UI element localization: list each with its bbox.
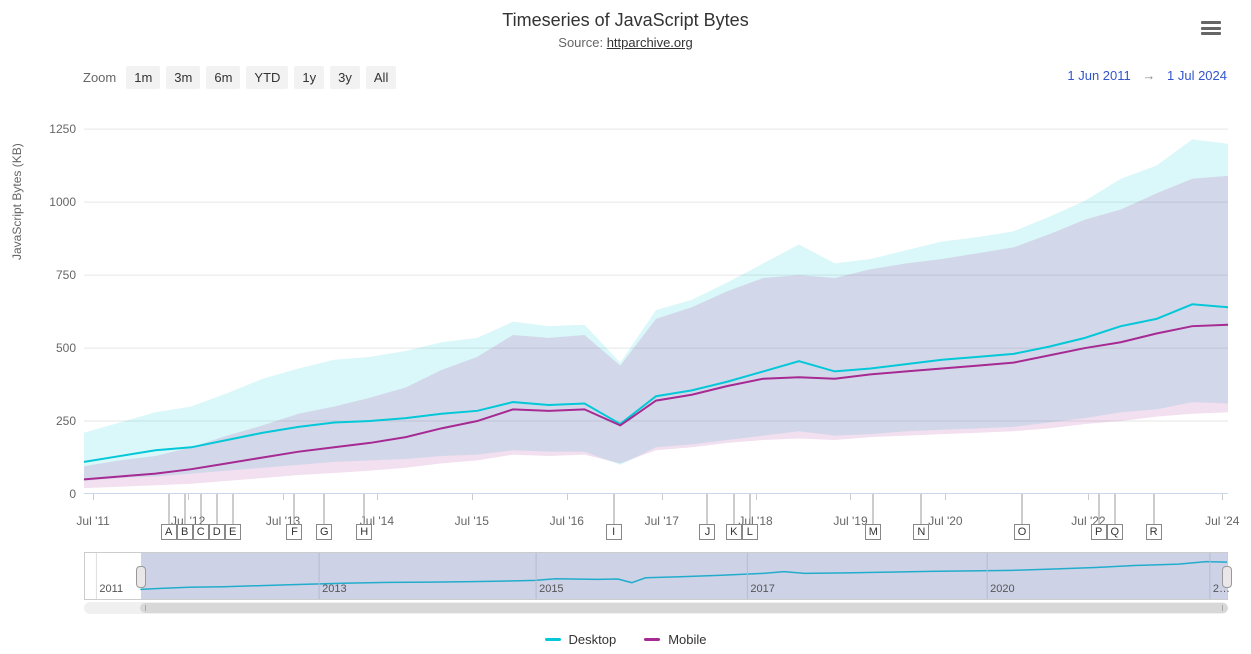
flag-o[interactable]: O — [1014, 524, 1030, 540]
legend-label-desktop: Desktop — [569, 632, 617, 647]
flag-p[interactable]: P — [1091, 524, 1107, 540]
flag-c[interactable]: C — [193, 524, 209, 540]
flag-q[interactable]: Q — [1107, 524, 1123, 540]
x-axis-ticks: Jul '11Jul '12Jul '13Jul '14Jul '15Jul '… — [84, 494, 1228, 542]
legend-item-mobile[interactable]: Mobile — [644, 632, 706, 647]
navigator-handle-right[interactable] — [1222, 566, 1232, 588]
x-tick: Jul '11 — [76, 514, 109, 528]
x-tick: Jul '17 — [645, 514, 679, 528]
navigator-handle-left[interactable] — [136, 566, 146, 588]
y-axis-ticks: 025050075010001250 — [36, 100, 80, 494]
zoom-all-button[interactable]: All — [366, 66, 396, 89]
legend: Desktop Mobile — [0, 632, 1251, 647]
zoom-6m-button[interactable]: 6m — [206, 66, 240, 89]
chart-title: Timeseries of JavaScript Bytes — [0, 0, 1251, 31]
x-tick: Jul '20 — [928, 514, 962, 528]
flag-e[interactable]: E — [225, 524, 241, 540]
zoom-3y-button[interactable]: 3y — [330, 66, 360, 89]
plot-area[interactable] — [84, 100, 1228, 494]
zoom-1y-button[interactable]: 1y — [294, 66, 324, 89]
flag-a[interactable]: A — [161, 524, 177, 540]
navigator-selection[interactable] — [141, 553, 1227, 599]
flag-k[interactable]: K — [726, 524, 742, 540]
flag-i[interactable]: I — [606, 524, 622, 540]
zoom-label: Zoom — [83, 70, 116, 85]
flag-b[interactable]: B — [177, 524, 193, 540]
chart-svg — [84, 100, 1228, 494]
chart-subtitle: Source: httparchive.org — [0, 35, 1251, 50]
range-arrow-icon: → — [1142, 68, 1155, 83]
legend-swatch-desktop — [545, 638, 561, 641]
legend-swatch-mobile — [644, 638, 660, 641]
range-from[interactable]: 1 Jun 2011 — [1067, 68, 1130, 83]
legend-label-mobile: Mobile — [668, 632, 706, 647]
flag-r[interactable]: R — [1146, 524, 1162, 540]
navigator-scroll-thumb[interactable] — [140, 603, 1228, 613]
flag-f[interactable]: F — [286, 524, 302, 540]
flag-h[interactable]: H — [356, 524, 372, 540]
navigator[interactable]: 201120132015201720202… — [84, 552, 1228, 600]
x-tick: Jul '15 — [455, 514, 489, 528]
x-tick: Jul '19 — [833, 514, 867, 528]
chart-menu-button[interactable] — [1199, 18, 1223, 38]
range-to[interactable]: 1 Jul 2024 — [1167, 68, 1227, 83]
x-tick: Jul '24 — [1205, 514, 1239, 528]
source-link[interactable]: httparchive.org — [607, 35, 693, 50]
zoom-1m-button[interactable]: 1m — [126, 66, 160, 89]
flag-d[interactable]: D — [209, 524, 225, 540]
x-tick: Jul '16 — [550, 514, 584, 528]
flag-m[interactable]: M — [865, 524, 881, 540]
zoom-toolbar: Zoom 1m 3m 6m YTD 1y 3y All — [83, 66, 396, 89]
y-axis-title: JavaScript Bytes (KB) — [10, 143, 24, 260]
navigator-scrollbar[interactable] — [84, 602, 1228, 614]
range-display: 1 Jun 2011 → 1 Jul 2024 — [1067, 68, 1227, 83]
subtitle-prefix: Source: — [558, 35, 606, 50]
legend-item-desktop[interactable]: Desktop — [545, 632, 617, 647]
zoom-ytd-button[interactable]: YTD — [246, 66, 288, 89]
flag-j[interactable]: J — [699, 524, 715, 540]
flag-l[interactable]: L — [742, 524, 758, 540]
flag-g[interactable]: G — [316, 524, 332, 540]
zoom-3m-button[interactable]: 3m — [166, 66, 200, 89]
flag-n[interactable]: N — [913, 524, 929, 540]
